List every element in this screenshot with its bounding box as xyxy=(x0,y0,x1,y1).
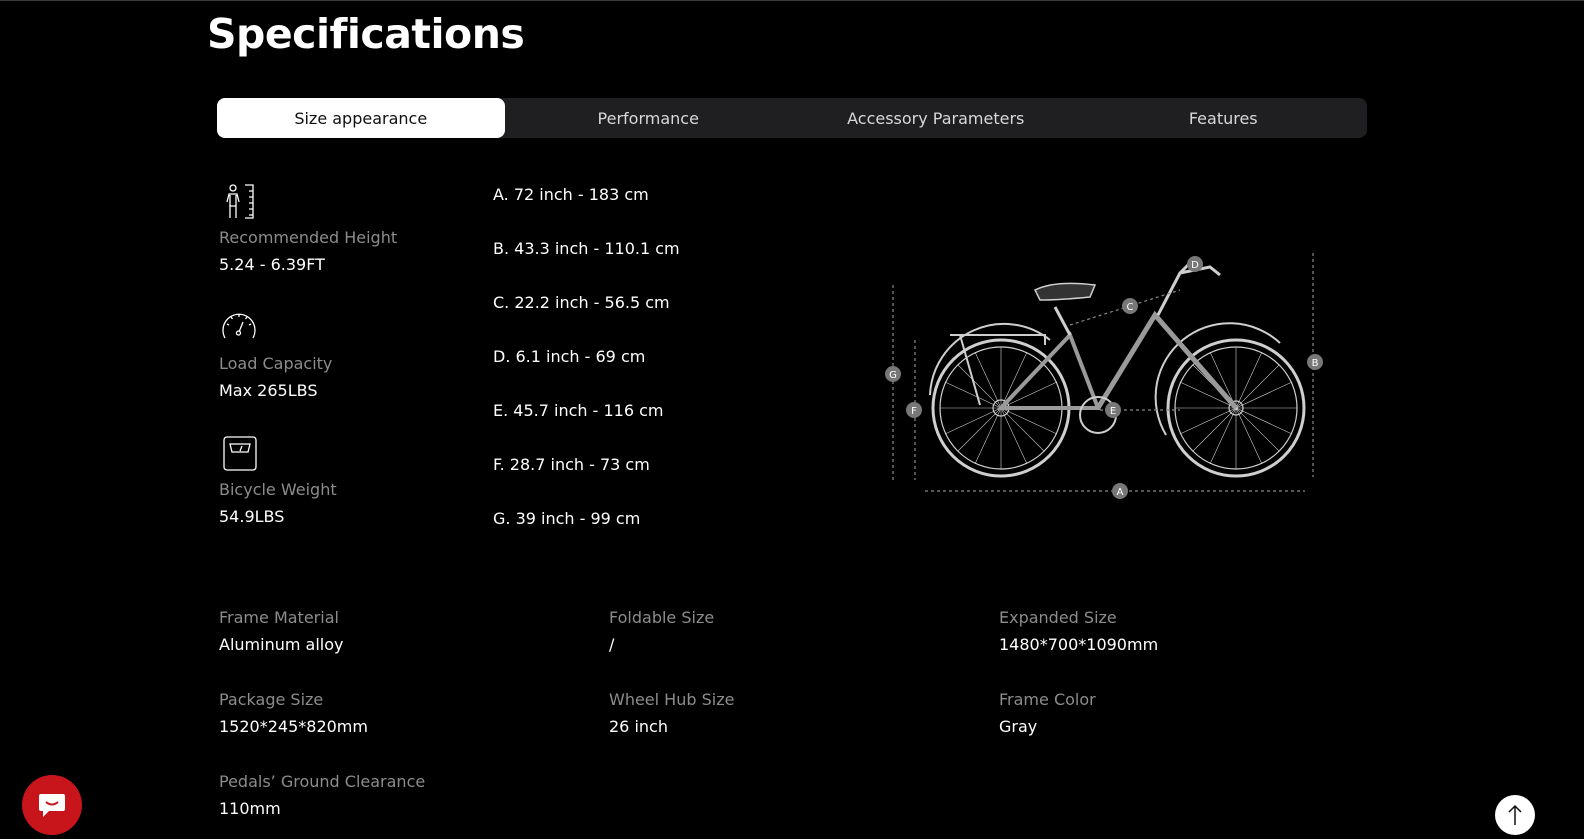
spec-foldable-size: Foldable Size / xyxy=(609,608,714,654)
spec-frame-material: Frame Material Aluminum alloy xyxy=(219,608,343,654)
scale-icon xyxy=(223,436,257,471)
spec-value: 5.24 - 6.39FT xyxy=(219,255,325,274)
marker-f: F xyxy=(911,406,917,417)
dimension-a: A. 72 inch - 183 cm xyxy=(493,185,649,204)
dimension-b: B. 43.3 inch - 110.1 cm xyxy=(493,239,680,258)
marker-e: E xyxy=(1110,406,1116,417)
marker-c: C xyxy=(1127,302,1134,313)
spec-load-capacity: Load Capacity Max 265LBS xyxy=(219,308,332,400)
grid-value: 26 inch xyxy=(609,717,668,736)
spec-wheel-hub-size: Wheel Hub Size 26 inch xyxy=(609,690,734,736)
tab-accessory-parameters[interactable]: Accessory Parameters xyxy=(792,98,1080,138)
dimension-e: E. 45.7 inch - 116 cm xyxy=(493,401,664,420)
spec-frame-color: Frame Color Gray xyxy=(999,690,1096,736)
spec-label: Load Capacity xyxy=(219,354,333,373)
marker-d: D xyxy=(1191,260,1199,271)
grid-value: Gray xyxy=(999,717,1038,736)
spec-pedals-ground-clearance: Pedals’ Ground Clearance 110mm xyxy=(219,772,425,818)
spec-label: Bicycle Weight xyxy=(219,480,337,499)
dimension-d: D. 6.1 inch - 69 cm xyxy=(493,347,646,366)
spec-tabs: Size appearance Performance Accessory Pa… xyxy=(217,98,1367,138)
grid-value: / xyxy=(609,635,615,654)
bike-dimension-diagram: A B C D E F G xyxy=(885,253,1323,499)
grid-value: 110mm xyxy=(219,799,281,818)
marker-a: A xyxy=(1117,487,1124,498)
dimension-g: G. 39 inch - 99 cm xyxy=(493,509,641,528)
top-divider xyxy=(0,0,1584,1)
tab-features[interactable]: Features xyxy=(1080,98,1368,138)
grid-value: 1480*700*1090mm xyxy=(999,635,1159,654)
grid-label: Frame Material xyxy=(219,608,339,627)
tab-size-appearance[interactable]: Size appearance xyxy=(217,98,505,138)
dimension-lines xyxy=(892,253,1314,492)
marker-g: G xyxy=(889,370,897,381)
grid-value: Aluminum alloy xyxy=(219,635,344,654)
spec-label: Recommended Height xyxy=(219,228,398,247)
marker-b: B xyxy=(1312,358,1319,369)
spec-package-size: Package Size 1520*245*820mm xyxy=(219,690,368,736)
grid-label: Expanded Size xyxy=(999,608,1117,627)
grid-label: Foldable Size xyxy=(609,608,715,627)
grid-label: Pedals’ Ground Clearance xyxy=(219,772,426,791)
spec-bicycle-weight: Bicycle Weight 54.9LBS xyxy=(219,434,337,526)
grid-label: Package Size xyxy=(219,690,324,709)
scroll-to-top-button[interactable] xyxy=(1495,795,1535,835)
dimension-c: C. 22.2 inch - 56.5 cm xyxy=(493,293,670,312)
person-height-icon xyxy=(226,184,254,219)
grid-label: Frame Color xyxy=(999,690,1096,709)
spec-expanded-size: Expanded Size 1480*700*1090mm xyxy=(999,608,1158,654)
chat-bubble-icon xyxy=(39,794,65,817)
dimension-list: A. 72 inch - 183 cm B. 43.3 inch - 110.1… xyxy=(493,183,680,561)
spec-recommended-height: Recommended Height 5.24 - 6.39FT xyxy=(219,182,397,274)
speedometer-icon xyxy=(222,313,256,339)
page-title: Specifications xyxy=(207,10,525,58)
grid-label: Wheel Hub Size xyxy=(609,690,735,709)
grid-value: 1520*245*820mm xyxy=(219,717,368,736)
arrow-up-icon xyxy=(1508,804,1522,825)
spec-value: Max 265LBS xyxy=(219,381,318,400)
dimension-markers xyxy=(885,256,1323,499)
chat-button[interactable] xyxy=(22,775,82,835)
tab-performance[interactable]: Performance xyxy=(505,98,793,138)
dimension-f: F. 28.7 inch - 73 cm xyxy=(493,455,650,474)
spec-value: 54.9LBS xyxy=(219,507,285,526)
